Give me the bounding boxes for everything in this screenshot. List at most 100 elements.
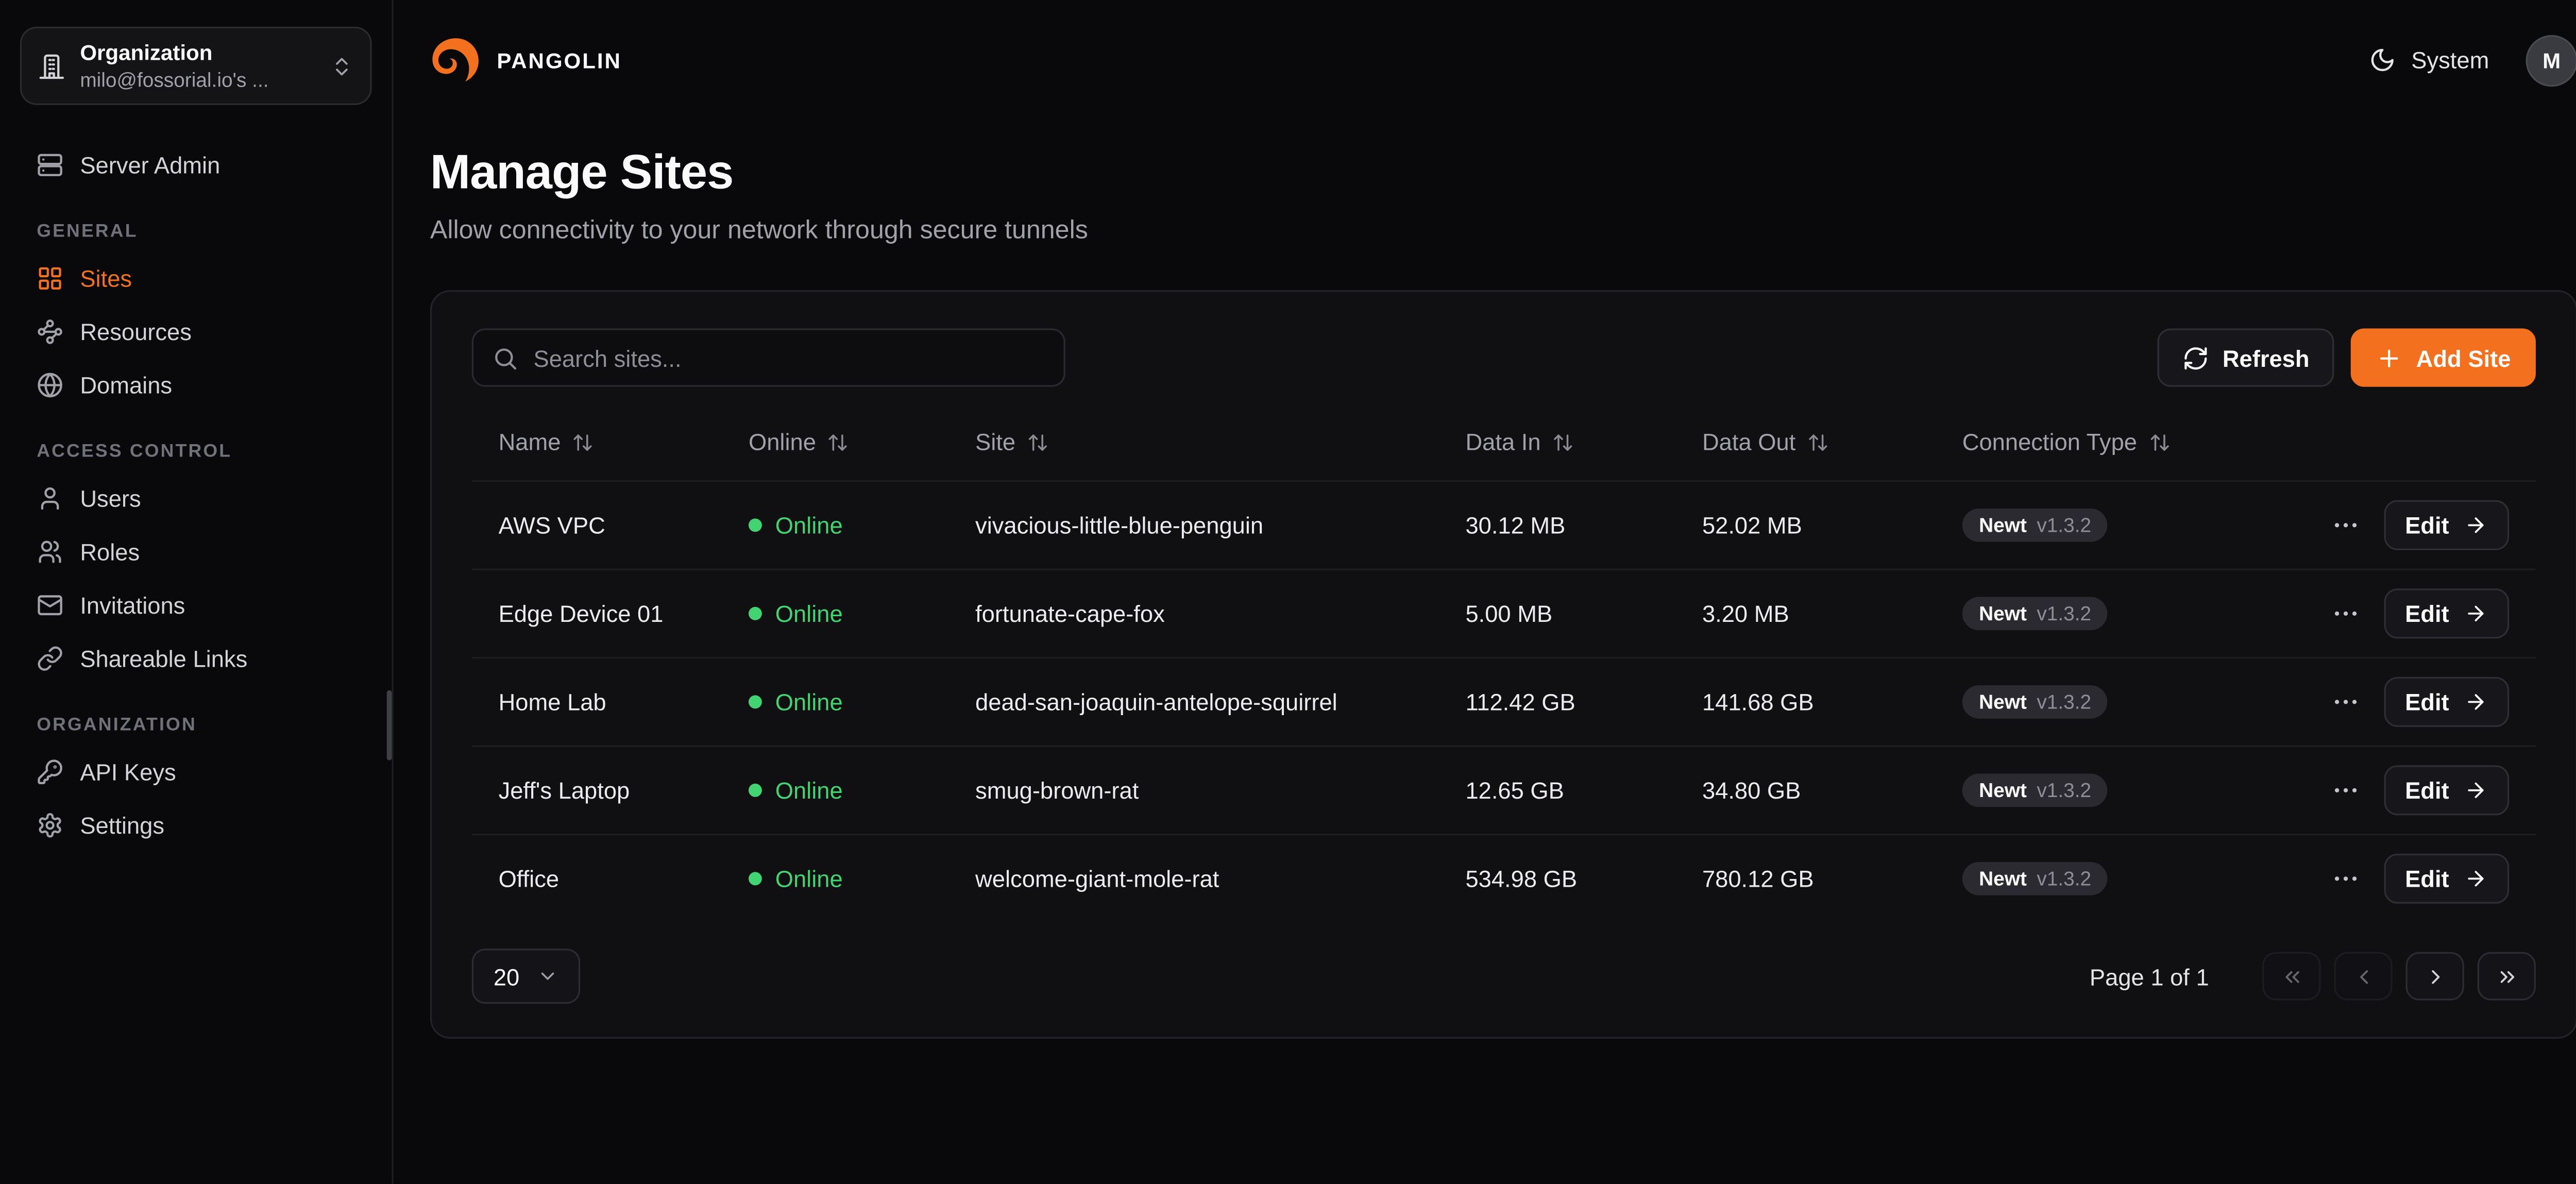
edit-button[interactable]: Edit	[2383, 500, 2509, 550]
sidebar: Organization milo@fossorial.io's ... Ser…	[0, 0, 394, 1184]
column-header-site[interactable]: Site	[948, 429, 1438, 455]
users-icon	[37, 538, 63, 565]
table-row: Office Online welcome-giant-mole-rat 534…	[472, 834, 2536, 922]
online-status: Online	[775, 865, 843, 892]
avatar[interactable]: M	[2526, 34, 2576, 86]
org-switcher-title: Organization	[80, 40, 315, 65]
row-menu-button[interactable]	[2327, 507, 2363, 544]
search-input[interactable]	[534, 344, 1045, 371]
ellipsis-icon	[2330, 864, 2360, 893]
online-dot-icon	[749, 607, 762, 620]
refresh-button[interactable]: Refresh	[2158, 328, 2334, 386]
sidebar-item-roles[interactable]: Roles	[20, 525, 372, 579]
page-header: Manage Sites Allow connectivity to your …	[430, 147, 2576, 247]
sidebar-item-sites[interactable]: Sites	[20, 252, 372, 306]
edit-button[interactable]: Edit	[2383, 588, 2509, 638]
online-dot-icon	[749, 518, 762, 532]
pagination: Page 1 of 1	[2090, 952, 2536, 1001]
sites-card: Refresh Add Site Name Online	[430, 290, 2576, 1039]
column-header-online[interactable]: Online	[722, 429, 948, 455]
org-switcher[interactable]: Organization milo@fossorial.io's ...	[20, 27, 372, 105]
column-header-connection-type[interactable]: Connection Type	[1936, 429, 2302, 455]
sort-icon	[2149, 431, 2171, 453]
sidebar-item-label: Shareable Links	[80, 645, 247, 672]
org-switcher-subtitle: milo@fossorial.io's ...	[80, 69, 315, 92]
sidebar-item-server-admin[interactable]: Server Admin	[20, 139, 372, 192]
cell-data-in: 5.00 MB	[1439, 600, 1676, 627]
table-row: AWS VPC Online vivacious-little-blue-pen…	[472, 480, 2536, 569]
sidebar-item-domains[interactable]: Domains	[20, 359, 372, 412]
rows-per-page-select[interactable]: 20	[472, 949, 580, 1004]
cell-name: Office	[472, 865, 722, 892]
cell-data-in: 534.98 GB	[1439, 865, 1676, 892]
cell-online: Online	[722, 865, 948, 892]
brand-logo[interactable]: PANGOLIN	[430, 34, 622, 86]
sidebar-item-invitations[interactable]: Invitations	[20, 579, 372, 632]
sidebar-item-settings[interactable]: Settings	[20, 799, 372, 852]
connection-type-badge: Newt v1.3.2	[1962, 862, 2108, 895]
link-icon	[37, 645, 63, 672]
sidebar-item-shareable-links[interactable]: Shareable Links	[20, 632, 372, 685]
prev-page-button[interactable]	[2334, 952, 2392, 1001]
cell-online: Online	[722, 777, 948, 804]
chevrons-left-icon	[2280, 965, 2303, 988]
refresh-icon	[2182, 344, 2209, 371]
cell-data-out: 34.80 GB	[1675, 777, 1936, 804]
row-menu-button[interactable]	[2327, 684, 2363, 720]
sidebar-item-api-keys[interactable]: API Keys	[20, 745, 372, 799]
cell-connection-type: Newt v1.3.2	[1936, 509, 2302, 542]
arrow-right-icon	[2464, 514, 2487, 537]
column-header-name[interactable]: Name	[472, 429, 722, 455]
sidebar-item-users[interactable]: Users	[20, 472, 372, 526]
globe-icon	[37, 372, 63, 399]
connection-type-badge: Newt v1.3.2	[1962, 774, 2108, 807]
column-header-data-in[interactable]: Data In	[1439, 429, 1676, 455]
cell-online: Online	[722, 688, 948, 715]
edit-button[interactable]: Edit	[2383, 854, 2509, 904]
brand-name: PANGOLIN	[497, 47, 621, 73]
row-menu-button[interactable]	[2327, 772, 2363, 808]
server-icon	[37, 151, 63, 178]
sidebar-item-label: Users	[80, 485, 141, 512]
mail-icon	[37, 592, 63, 619]
cell-data-in: 12.65 GB	[1439, 777, 1676, 804]
edit-button[interactable]: Edit	[2383, 765, 2509, 815]
cell-name: Home Lab	[472, 688, 722, 715]
table-header-row: Name Online Site Data In	[472, 403, 2536, 480]
theme-toggle[interactable]: System	[2369, 47, 2489, 74]
cell-online: Online	[722, 512, 948, 538]
sites-grid-icon	[37, 265, 63, 292]
cell-site: vivacious-little-blue-penguin	[948, 512, 1438, 538]
online-dot-icon	[749, 872, 762, 885]
add-site-button[interactable]: Add Site	[2351, 328, 2535, 386]
connection-type-badge: Newt v1.3.2	[1962, 509, 2108, 542]
edit-button[interactable]: Edit	[2383, 677, 2509, 727]
add-site-label: Add Site	[2416, 344, 2511, 371]
sort-icon	[572, 431, 594, 453]
table-row: Jeff's Laptop Online smug-brown-rat 12.6…	[472, 745, 2536, 834]
connection-type-badge: Newt v1.3.2	[1962, 597, 2108, 630]
table-row: Home Lab Online dead-san-joaquin-antelop…	[472, 657, 2536, 746]
online-status: Online	[775, 600, 843, 627]
sidebar-section-organization: ORGANIZATION	[37, 715, 355, 735]
sidebar-item-resources[interactable]: Resources	[20, 305, 372, 359]
column-header-data-out[interactable]: Data Out	[1675, 429, 1936, 455]
topbar: PANGOLIN System M	[430, 0, 2576, 120]
first-page-button[interactable]	[2262, 952, 2320, 1001]
row-menu-button[interactable]	[2327, 860, 2363, 897]
page-info: Page 1 of 1	[2090, 963, 2209, 990]
cell-data-in: 30.12 MB	[1439, 512, 1676, 538]
gear-icon	[37, 812, 63, 839]
last-page-button[interactable]	[2478, 952, 2536, 1001]
next-page-button[interactable]	[2406, 952, 2464, 1001]
cell-data-out: 52.02 MB	[1675, 512, 1936, 538]
sidebar-item-label: Sites	[80, 265, 132, 292]
cell-data-out: 780.12 GB	[1675, 865, 1936, 892]
sidebar-section-access-control: ACCESS CONTROL	[37, 442, 355, 462]
sidebar-scrollbar-thumb[interactable]	[387, 690, 392, 760]
sidebar-item-label: Server Admin	[80, 151, 220, 178]
cell-connection-type: Newt v1.3.2	[1936, 862, 2302, 895]
sidebar-item-label: Resources	[80, 318, 192, 345]
row-menu-button[interactable]	[2327, 595, 2363, 632]
chevron-right-icon	[2424, 965, 2447, 988]
